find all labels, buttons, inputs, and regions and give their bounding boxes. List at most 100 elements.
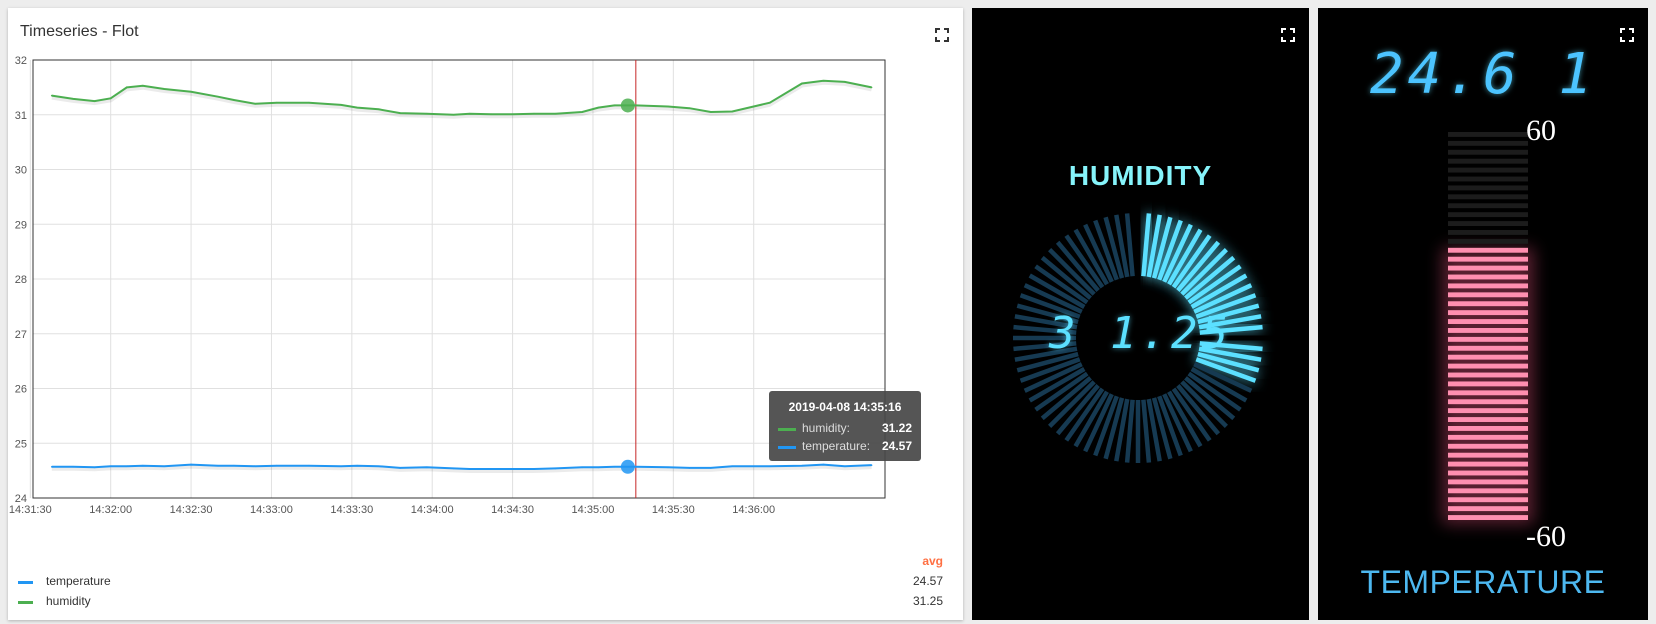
gauge-segment	[1448, 221, 1528, 226]
y-tick-label: 28	[15, 274, 27, 286]
tooltip-label: temperature:	[802, 439, 871, 453]
gauge-tick	[1124, 399, 1135, 463]
y-tick-label: 29	[15, 219, 27, 231]
gauge-segment-active	[1448, 372, 1528, 378]
legend-header-avg: avg	[922, 554, 943, 568]
data-point-humidity	[533, 112, 535, 115]
data-point-temperature	[340, 465, 342, 468]
data-point-temperature	[468, 468, 471, 470]
x-tick-label: 14:34:30	[491, 504, 534, 516]
humidity-gauge-card: HUMIDITY 3 1.25	[972, 8, 1309, 620]
data-point-temperature	[490, 468, 492, 470]
gauge-segment-active	[1448, 506, 1528, 512]
gauge-segment-active	[1448, 417, 1528, 422]
x-tick-label: 14:32:00	[89, 504, 132, 516]
data-point-temperature	[768, 465, 771, 468]
data-point-humidity	[377, 108, 380, 111]
gauge-segment	[1448, 176, 1528, 182]
tooltip-row-humidity: humidity: 31.22	[778, 421, 912, 437]
tooltip-value: 31.22	[881, 421, 912, 435]
flot-timeseries-card: Timeseries - Flot 24 25 26 27 28 29 30 31 32 14:3…	[8, 8, 963, 620]
gauge-segment-active	[1448, 434, 1528, 440]
gauge-segment-active	[1448, 319, 1528, 324]
legend-item-temperature[interactable]: temperature 24.57	[8, 572, 963, 592]
data-point-temperature	[399, 467, 401, 469]
gauge-segment-active	[1448, 488, 1528, 494]
x-tick-label: 14:31:30	[9, 504, 52, 516]
gauge-segment-active	[1448, 354, 1528, 360]
data-point-humidity	[597, 106, 600, 109]
gauge-segment-active	[1448, 345, 1528, 351]
data-point-temperature	[142, 464, 144, 467]
data-point-temperature	[870, 464, 873, 466]
data-point-temperature	[72, 465, 74, 468]
data-point-humidity	[190, 90, 192, 93]
data-point-humidity	[581, 111, 584, 113]
legend-swatch	[18, 581, 33, 584]
gauge-segment-active	[1448, 408, 1528, 414]
data-point-temperature	[452, 467, 455, 470]
data-point-temperature	[109, 465, 112, 468]
gauge-segment-active	[1448, 461, 1528, 467]
data-point-humidity	[125, 86, 128, 89]
data-point-humidity	[554, 112, 557, 115]
gauge-segment	[1448, 238, 1528, 244]
tooltip-timestamp: 2019-04-08 14:35:16	[788, 400, 902, 414]
gauge-segment-active	[1448, 274, 1528, 280]
legend-swatch	[18, 601, 33, 604]
data-point-humidity	[93, 100, 96, 102]
data-point-temperature	[844, 465, 846, 468]
y-tick-label: 31	[15, 110, 27, 122]
data-point-temperature	[613, 465, 616, 468]
data-point-humidity	[233, 99, 235, 101]
x-tick-label: 14:33:00	[250, 504, 293, 516]
timeseries-chart[interactable]: 24252627282930313214:31:30 14:32:00 14:32:…	[8, 8, 963, 548]
gauge-segment-active	[1448, 247, 1528, 253]
data-point-humidity	[142, 84, 144, 87]
data-point-humidity	[490, 113, 492, 116]
y-tick-label: 32	[15, 55, 27, 67]
data-point-humidity	[50, 94, 53, 97]
data-point-temperature	[276, 464, 278, 467]
data-point-humidity	[308, 101, 310, 104]
data-point-humidity	[276, 101, 278, 104]
x-tick-label: 14:36:00	[732, 504, 775, 516]
data-point-humidity	[356, 106, 358, 109]
x-tick-label: 14:35:00	[572, 504, 615, 516]
legend-item-humidity[interactable]: humidity 31.25	[8, 592, 963, 612]
data-point-temperature	[688, 467, 691, 469]
y-tick-label: 26	[15, 384, 27, 396]
chart-tooltip: 2019-04-08 14:35:16 humidity: 31.22 temp…	[769, 391, 921, 461]
legend-value: 31.25	[912, 594, 943, 608]
data-point-temperature	[125, 465, 128, 468]
temperature-linear-gauge	[1442, 132, 1534, 524]
data-point-humidity	[254, 103, 257, 105]
data-point-temperature	[163, 465, 166, 468]
gauge-segment	[1448, 212, 1528, 218]
gauge-segment-active	[1448, 328, 1528, 333]
data-point-humidity	[667, 105, 669, 108]
data-point-temperature	[356, 464, 358, 467]
data-point-humidity	[613, 104, 616, 107]
x-tick-label: 14:33:30	[330, 504, 373, 516]
x-tick-label: 14:34:00	[411, 504, 454, 516]
gauge-segment	[1448, 230, 1528, 235]
gauge-tick	[1141, 399, 1152, 463]
gauge-segment	[1448, 185, 1528, 191]
gauge-segment-active	[1448, 390, 1528, 396]
gauge-segment	[1448, 194, 1528, 200]
data-point-temperature	[217, 464, 219, 467]
data-point-temperature	[233, 464, 235, 467]
gauge-segment-active	[1448, 443, 1528, 449]
temperature-max-label: 60	[1526, 114, 1556, 147]
hover-marker-temperature	[620, 459, 635, 474]
data-point-humidity	[217, 95, 219, 98]
legend-value: 24.57	[912, 574, 943, 588]
gauge-segment	[1448, 149, 1528, 155]
gauge-segment-active	[1448, 336, 1528, 342]
tooltip-swatch	[778, 428, 796, 431]
gauge-segment	[1448, 132, 1528, 137]
data-point-humidity	[768, 101, 771, 104]
data-point-humidity	[72, 98, 74, 100]
gauge-segment-active	[1448, 265, 1528, 271]
